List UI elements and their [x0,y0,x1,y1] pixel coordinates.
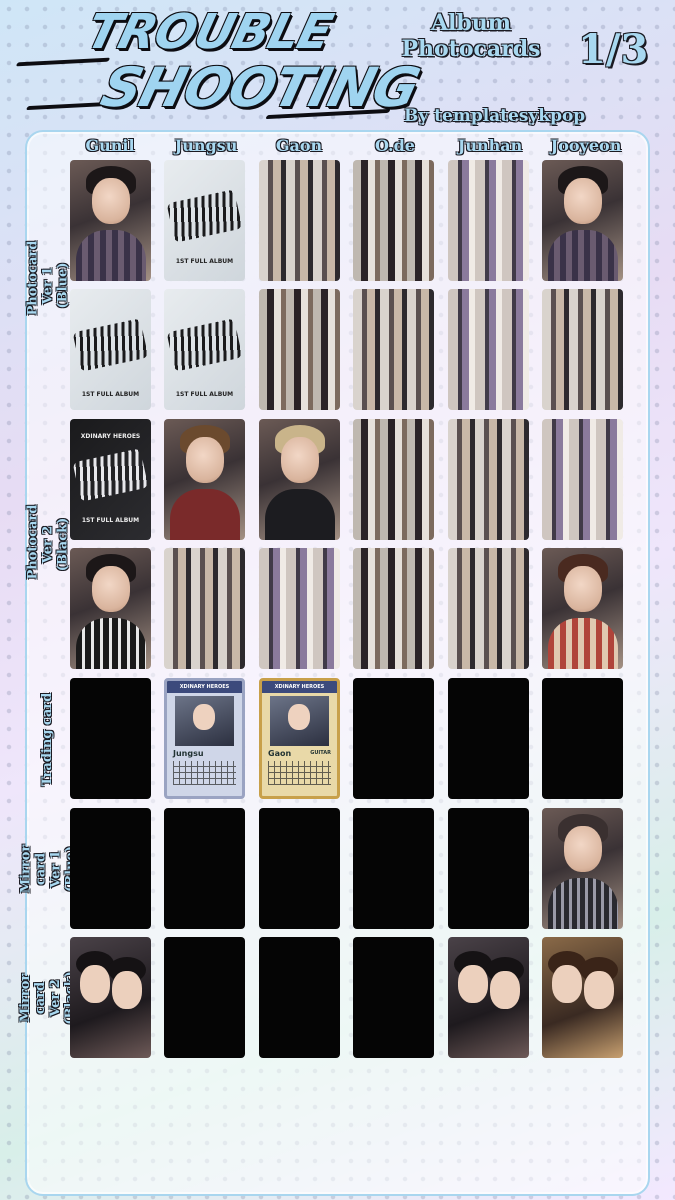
photocard-jungsu-ver2-b[interactable] [164,548,245,669]
member-label-ode: O.de [375,136,415,155]
photocard-ode-ver2-a[interactable] [353,419,434,540]
row-label-photocard-ver1: Photocard Ver 1 (Blue) [25,240,71,315]
logo-line-1: TROUBLE [81,4,338,60]
photocard-gaon-ver2-a[interactable] [259,419,340,540]
photocard-jungsu-ver2-a[interactable] [164,419,245,540]
template-credit: By templatesykpop [404,106,586,126]
photocard-junhan-ver2-a[interactable] [448,419,529,540]
member-label-gaon: Gaon [275,136,323,155]
row-label-mirror-ver2: Mirror card Ver 2 (Black) [18,971,78,1025]
mirror-card-ode-ver2-empty[interactable] [353,937,434,1058]
photocard-junhan-ver1-b[interactable] [448,289,529,410]
photocard-ode-ver2-b[interactable] [353,548,434,669]
trading-card-ode-empty[interactable] [353,678,434,799]
photocard-jooyeon-ver2-a[interactable] [542,419,623,540]
mirror-card-gunil-ver2[interactable] [70,937,151,1058]
row-label-trading-card: Trading card [40,692,56,786]
member-label-gunil: Gunil [85,136,135,155]
album-photocards-heading: Album Photocards [401,10,541,62]
photocard-ode-ver1-a[interactable] [353,160,434,281]
mirror-card-jungsu-ver2-empty[interactable] [164,937,245,1058]
mirror-card-jungsu-ver1-empty[interactable] [164,808,245,929]
mirror-card-jooyeon-ver2[interactable] [542,937,623,1058]
photocard-gunil-ver1-a[interactable] [70,160,151,281]
member-label-jungsu: Jungsu [174,136,238,155]
album-logo: TROUBLE SHOOTING [15,4,425,124]
mirror-card-gunil-ver1-empty[interactable] [70,808,151,929]
photocard-gaon-ver1-b[interactable] [259,289,340,410]
photocard-junhan-ver1-a[interactable] [448,160,529,281]
member-label-junhan: Junhan [457,136,523,155]
mirror-card-jooyeon-ver1[interactable] [542,808,623,929]
trading-card-junhan-empty[interactable] [448,678,529,799]
photocard-gunil-ver1-b[interactable]: 1ST FULL ALBUM [70,289,151,410]
photocard-jungsu-ver1-b[interactable]: 1ST FULL ALBUM [164,289,245,410]
mirror-card-junhan-ver2[interactable] [448,937,529,1058]
photocard-gaon-ver2-b[interactable] [259,548,340,669]
photocard-gaon-ver1-a[interactable] [259,160,340,281]
trading-card-gaon[interactable]: XDINARY HEROES Gaon GUITAR [259,678,340,799]
photocard-jungsu-ver1-a[interactable]: 1ST FULL ALBUM [164,160,245,281]
photocard-jooyeon-ver2-b[interactable] [542,548,623,669]
photocard-ode-ver1-b[interactable] [353,289,434,410]
photocard-gunil-ver2-b[interactable] [70,548,151,669]
mirror-card-gaon-ver2-empty[interactable] [259,937,340,1058]
mirror-card-ode-ver1-empty[interactable] [353,808,434,929]
trading-card-jooyeon-empty[interactable] [542,678,623,799]
row-label-photocard-ver2: Photocard Ver 2 (Black) [25,504,71,579]
photocard-junhan-ver2-b[interactable] [448,548,529,669]
trading-card-gunil-empty[interactable] [70,678,151,799]
trading-card-jungsu[interactable]: XDINARY HEROES Jungsu [164,678,245,799]
row-label-mirror-ver1: Mirror card Ver 1 (Blue) [18,844,78,894]
photocard-jooyeon-ver1-b[interactable] [542,289,623,410]
photocard-jooyeon-ver1-a[interactable] [542,160,623,281]
mirror-card-gaon-ver1-empty[interactable] [259,808,340,929]
photocard-gunil-ver2-a[interactable]: XDINARY HEROES 1ST FULL ALBUM [70,419,151,540]
page-number: 1/3 [578,26,649,73]
mirror-card-junhan-ver1-empty[interactable] [448,808,529,929]
member-label-jooyeon: Jooyeon [550,136,622,155]
logo-line-2: SHOOTING [95,56,426,119]
